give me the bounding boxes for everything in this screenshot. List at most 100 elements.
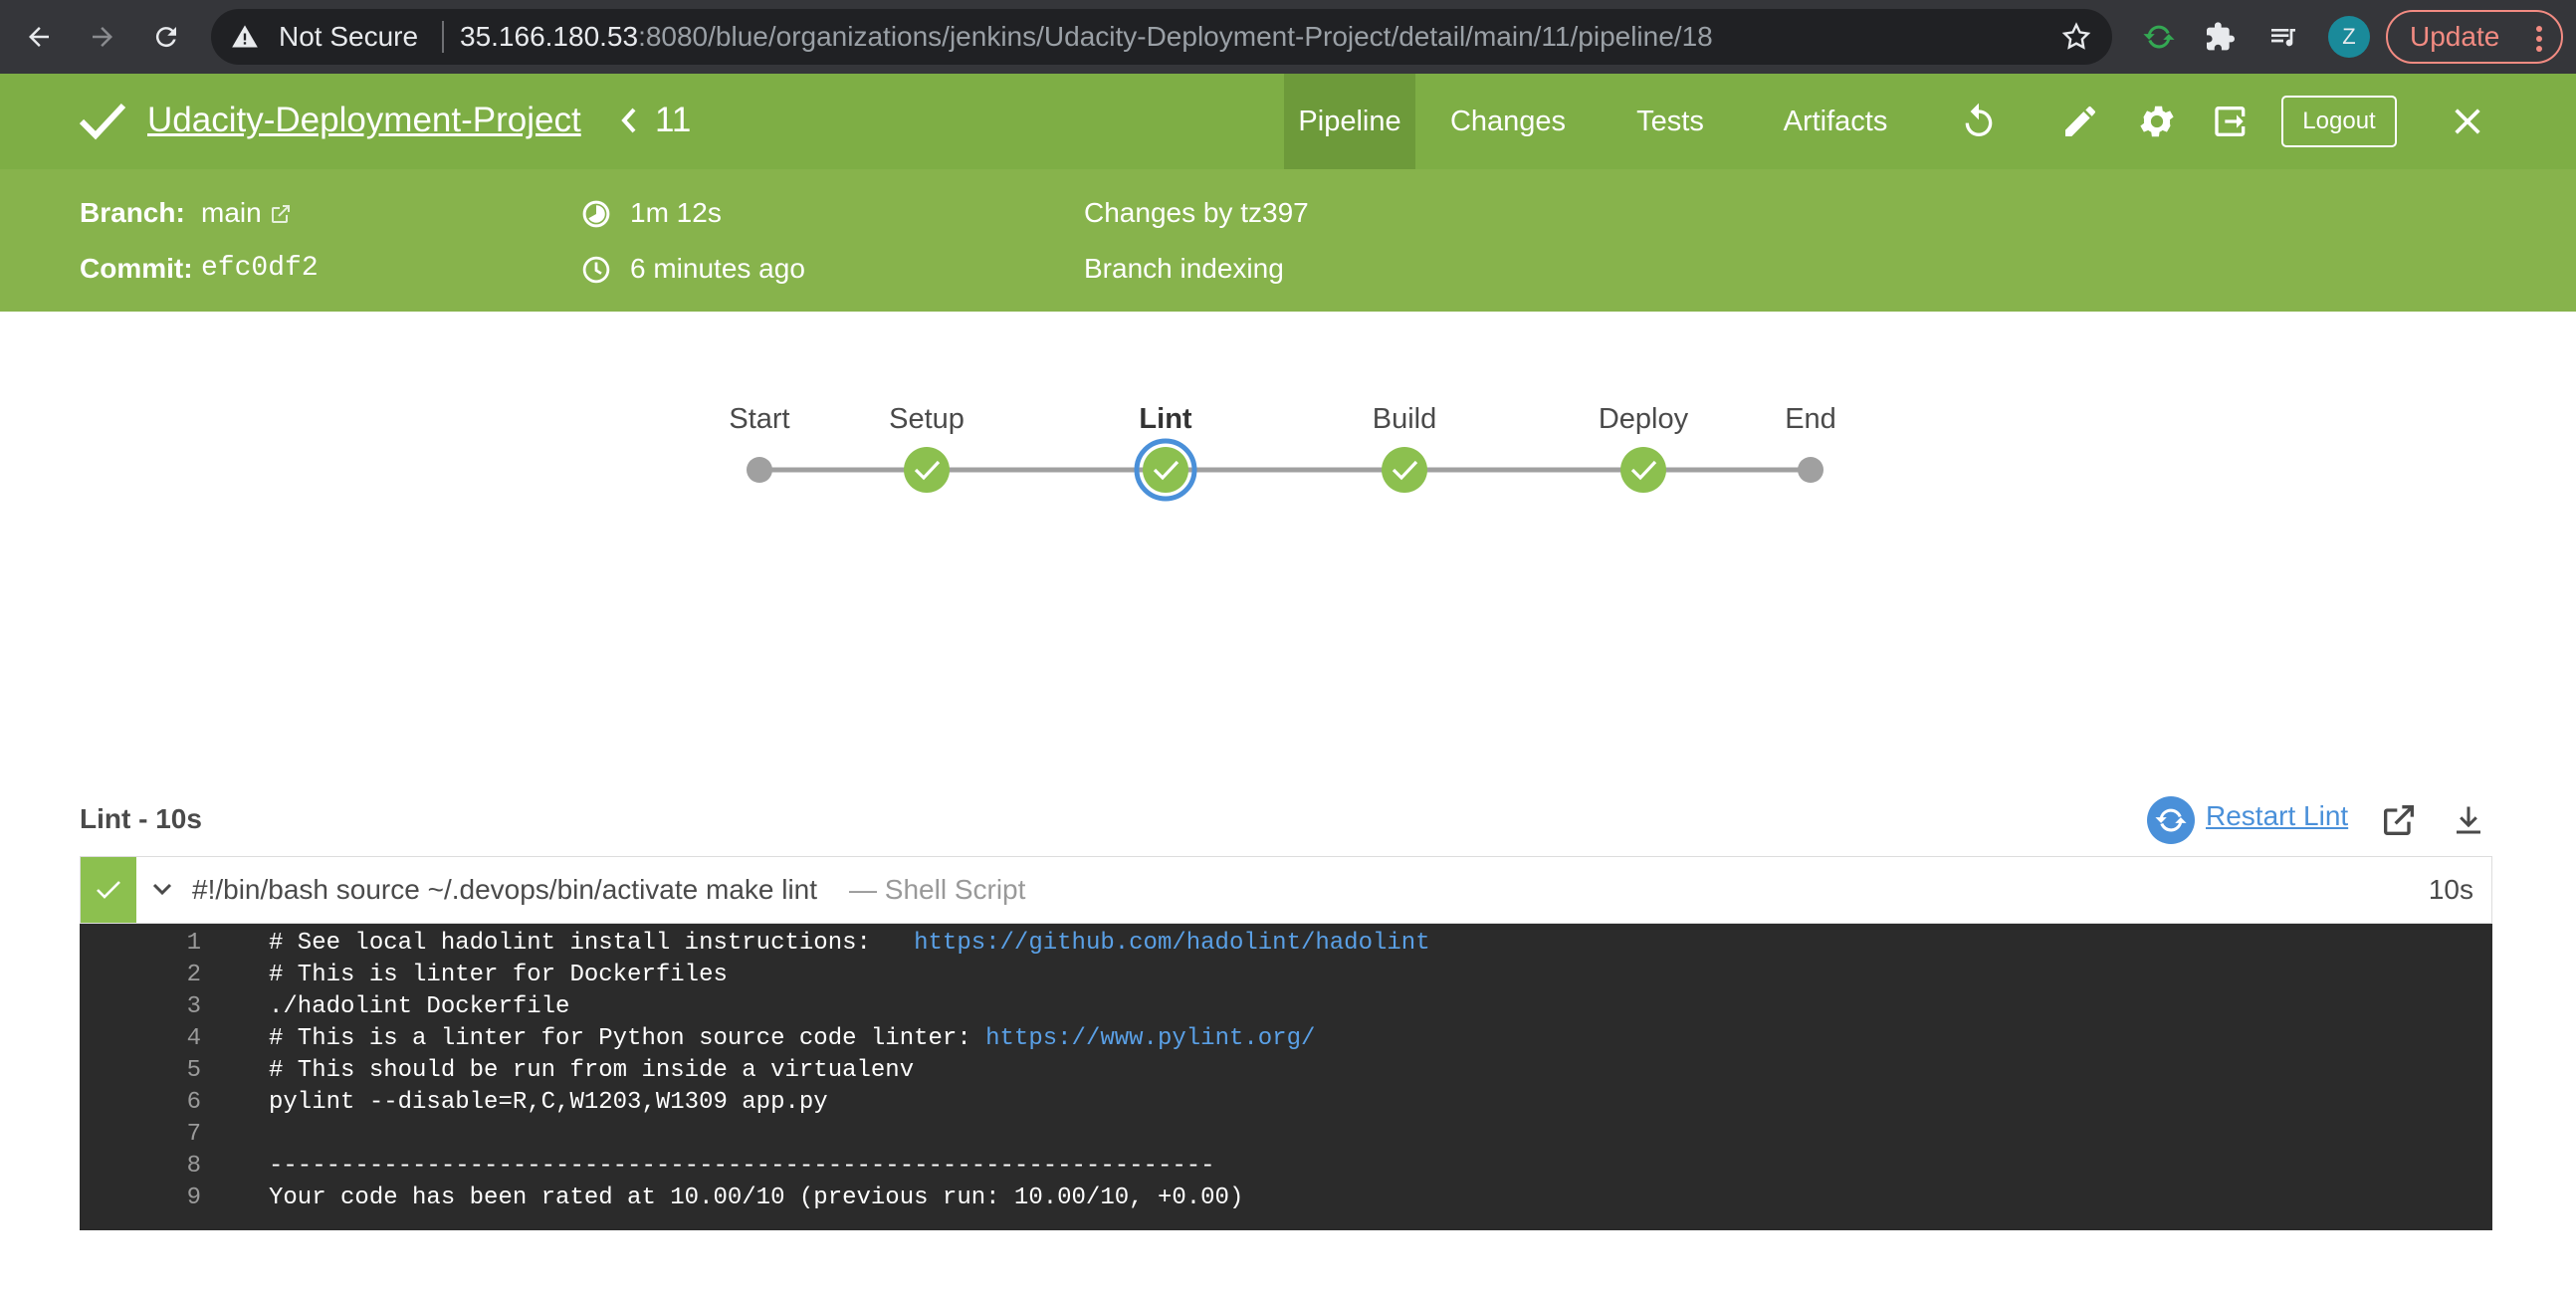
log-line-text: # This should be run from inside a virtu…: [269, 1057, 914, 1084]
stage-status-circle: [904, 447, 950, 493]
tab-pipeline[interactable]: Pipeline: [1284, 74, 1415, 169]
stage-label-end: End: [1785, 403, 1836, 435]
step-success-icon: [81, 857, 136, 923]
log-line-text: # See local hadolint install instruction…: [269, 930, 1430, 957]
bookmark-star-icon[interactable]: [2060, 21, 2092, 58]
log-line-text: ./hadolint Dockerfile: [269, 993, 569, 1020]
log-line: 2 # This is linter for Dockerfiles: [80, 962, 2492, 993]
log-text: pylint --disable=R,C,W1203,W1309 app.py: [269, 1089, 828, 1116]
success-check-icon: [78, 100, 127, 148]
tab-artifacts[interactable]: Artifacts: [1774, 74, 1897, 169]
run-duration: 1m 12s: [630, 197, 722, 228]
log-text: ----------------------------------------…: [269, 1153, 1215, 1180]
log-text: ./hadolint Dockerfile: [269, 993, 570, 1020]
branch-value[interactable]: main: [201, 197, 262, 229]
log-line: 8 ---------------------------------------…: [80, 1153, 2492, 1185]
stage-label-lint: Lint: [1139, 403, 1192, 435]
restart-stage-link[interactable]: Restart Lint: [2206, 800, 2348, 832]
log-line-text: # This is a linter for Python source cod…: [269, 1025, 1315, 1052]
profile-avatar[interactable]: Z: [2328, 16, 2370, 58]
log-text: Your code has been rated at 10.00/10 (pr…: [269, 1185, 1244, 1211]
stage-label-deploy: Deploy: [1598, 403, 1689, 435]
browser-update-button[interactable]: Update: [2386, 10, 2563, 64]
log-link[interactable]: https://github.com/hadolint/hadolint: [914, 930, 1429, 957]
stage-label-start: Start: [729, 403, 790, 435]
restart-icon[interactable]: [2147, 796, 2195, 844]
log-line-number[interactable]: 3: [80, 993, 201, 1020]
sync-extension-icon[interactable]: [2138, 16, 2180, 58]
log-line: 3 ./hadolint Dockerfile: [80, 993, 2492, 1025]
update-label: Update: [2410, 21, 2500, 52]
run-cause: Branch indexing: [1084, 253, 1284, 284]
download-icon[interactable]: [2445, 796, 2492, 844]
log-line: 1 # See local hadolint install instructio…: [80, 930, 2492, 962]
clock-icon: [581, 255, 611, 292]
log-line-number[interactable]: 9: [80, 1185, 201, 1211]
log-text: # See local hadolint install instruction…: [269, 930, 915, 957]
chevron-left-icon[interactable]: [619, 106, 639, 140]
stage-label-setup: Setup: [889, 403, 965, 435]
open-in-new-window-icon[interactable]: [2375, 796, 2423, 844]
log-line-number[interactable]: 8: [80, 1153, 201, 1180]
media-queue-icon[interactable]: [2262, 16, 2304, 58]
stage-node-deploy[interactable]: [1620, 447, 1666, 493]
security-label[interactable]: Not Secure: [279, 21, 418, 53]
stage-node-setup[interactable]: [904, 447, 950, 493]
url-path: :8080/blue/organizations/jenkins/Udacity…: [638, 21, 1713, 52]
browser-toolbar: Not Secure 35.166.180.53:8080/blue/organ…: [0, 0, 2576, 74]
log-line: 9 Your code has been rated at 10.00/10 (p…: [80, 1185, 2492, 1216]
log-link[interactable]: https://www.pylint.org/: [985, 1025, 1315, 1052]
puzzle-extensions-icon[interactable]: [2200, 16, 2242, 58]
log-line-number[interactable]: 7: [80, 1121, 201, 1148]
branch-label: Branch:: [80, 197, 185, 228]
commit-label: Commit:: [80, 253, 193, 284]
logout-button[interactable]: Logout: [2281, 96, 2397, 147]
console-log: 1 # See local hadolint install instructio…: [80, 924, 2492, 1230]
run-header: Udacity-Deployment-Project 11 Pipeline C…: [0, 74, 2576, 169]
run-number: 11: [655, 101, 692, 139]
back-arrow-icon[interactable]: [14, 12, 64, 62]
rerun-icon[interactable]: [1955, 98, 2003, 145]
terminal-node-dot: [747, 457, 772, 483]
step-type: — Shell Script: [849, 874, 1026, 905]
settings-gear-icon[interactable]: [2133, 98, 2181, 145]
log-line-number[interactable]: 4: [80, 1025, 201, 1052]
commit-value: efc0df2: [201, 253, 319, 284]
log-line-number[interactable]: 2: [80, 962, 201, 988]
reload-icon[interactable]: [141, 12, 191, 62]
stage-label-build: Build: [1372, 403, 1437, 435]
external-link-icon[interactable]: [269, 201, 293, 233]
address-bar[interactable]: Not Secure 35.166.180.53:8080/blue/organ…: [211, 9, 2112, 65]
stage-step-title: Lint - 10s: [80, 803, 202, 834]
stage-node-build[interactable]: [1382, 447, 1427, 493]
log-line-text: Your code has been rated at 10.00/10 (pr…: [269, 1185, 1243, 1211]
url-host: 35.166.180.53: [460, 21, 639, 52]
project-link[interactable]: Udacity-Deployment-Project: [147, 101, 581, 140]
url-text[interactable]: 35.166.180.53:8080/blue/organizations/je…: [460, 21, 1713, 53]
log-line-text: pylint --disable=R,C,W1203,W1309 app.py: [269, 1089, 828, 1116]
log-text: # This is linter for Dockerfiles: [269, 962, 728, 988]
log-line-number[interactable]: 5: [80, 1057, 201, 1084]
log-line: 7: [80, 1121, 2492, 1153]
omnibox-divider: [442, 21, 444, 53]
stage-node-lint[interactable]: [1134, 438, 1197, 502]
log-line: 5 # This should be run from inside a virt…: [80, 1057, 2492, 1089]
run-summary: Branch: main Commit: efc0df2 1m 12s 6 mi…: [0, 169, 2576, 312]
exit-icon[interactable]: [2208, 98, 2255, 145]
pipeline-svg: [747, 438, 1824, 502]
tab-tests[interactable]: Tests: [1622, 74, 1718, 169]
pipeline-graph: Start Setup Lint Build Deploy End: [0, 312, 2576, 710]
changes-by: Changes by tz397: [1084, 197, 1309, 228]
step-row[interactable]: #!/bin/bash source ~/.devops/bin/activat…: [80, 856, 2492, 924]
more-vertical-icon: [2535, 25, 2543, 60]
edit-pencil-icon[interactable]: [2056, 98, 2104, 145]
log-line-number[interactable]: 1: [80, 930, 201, 957]
forward-arrow-icon[interactable]: [78, 12, 127, 62]
close-icon[interactable]: [2444, 98, 2491, 145]
chevron-down-icon[interactable]: [150, 877, 174, 906]
step-command: #!/bin/bash source ~/.devops/bin/activat…: [192, 874, 818, 905]
log-line-text: ----------------------------------------…: [269, 1153, 1215, 1180]
stage-node-end: [1798, 457, 1824, 483]
log-line-number[interactable]: 6: [80, 1089, 201, 1116]
tab-changes[interactable]: Changes: [1435, 74, 1581, 169]
